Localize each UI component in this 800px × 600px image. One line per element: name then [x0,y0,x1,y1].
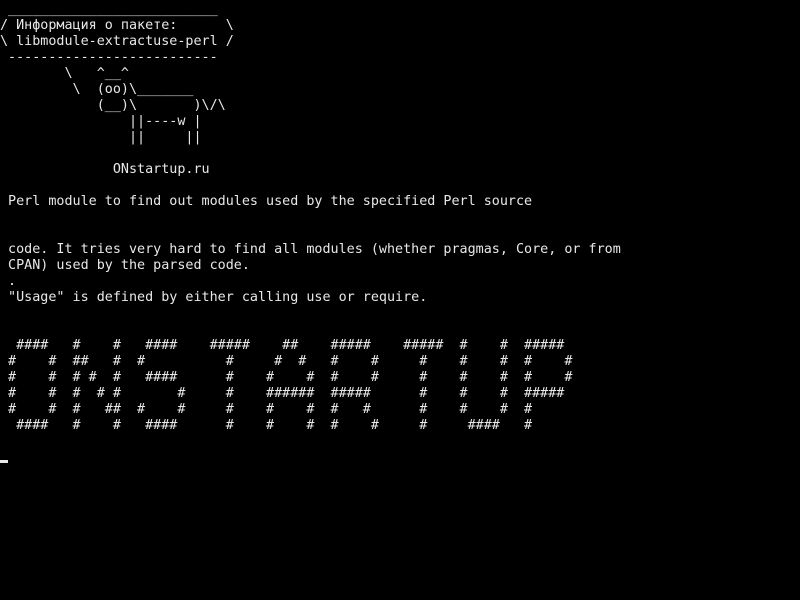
description-line: code. It tries very hard to find all mod… [0,242,621,257]
site-label: ONstartup.ru [0,162,210,177]
bubble-bottom-border: -------------------------- [0,50,218,65]
banner-art-line: # # # # # #### # # # # # # # # # # [0,370,573,385]
terminal-screen[interactable]: __________________________ / Информация … [0,0,800,600]
banner-art-line: # # # # # # # ###### ##### # # # ##### [0,386,565,401]
cow-art-line: \ (oo)\_______ [0,82,194,97]
description-line: Perl module to find out modules used by … [0,194,533,209]
text-cursor [0,460,8,463]
cow-art-line: \ ^__^ [0,66,129,81]
bubble-title-line: / Информация о пакете: \ [0,18,234,33]
description-line: . [0,274,17,289]
cow-art-line: ||----w | [0,114,202,129]
description-line: CPAN) used by the parsed code. [0,258,250,273]
cow-art-line: || || [0,130,202,145]
description-line: "Usage" is defined by either calling use… [0,290,428,305]
banner-art-line: #### # # #### ##### ## ##### ##### # # #… [0,338,565,353]
bubble-package-line: \ libmodule-extractuse-perl / [0,34,234,49]
bubble-top-border: __________________________ [0,2,218,17]
banner-art-line: # # # ## # # # # # # # # # # # [0,402,533,417]
banner-art-line: # # ## # # # # # # # # # # # # [0,354,573,369]
cow-art-line: (__)\ )\/\ [0,98,226,113]
banner-art-line: #### # # #### # # # # # # #### # [0,418,533,433]
